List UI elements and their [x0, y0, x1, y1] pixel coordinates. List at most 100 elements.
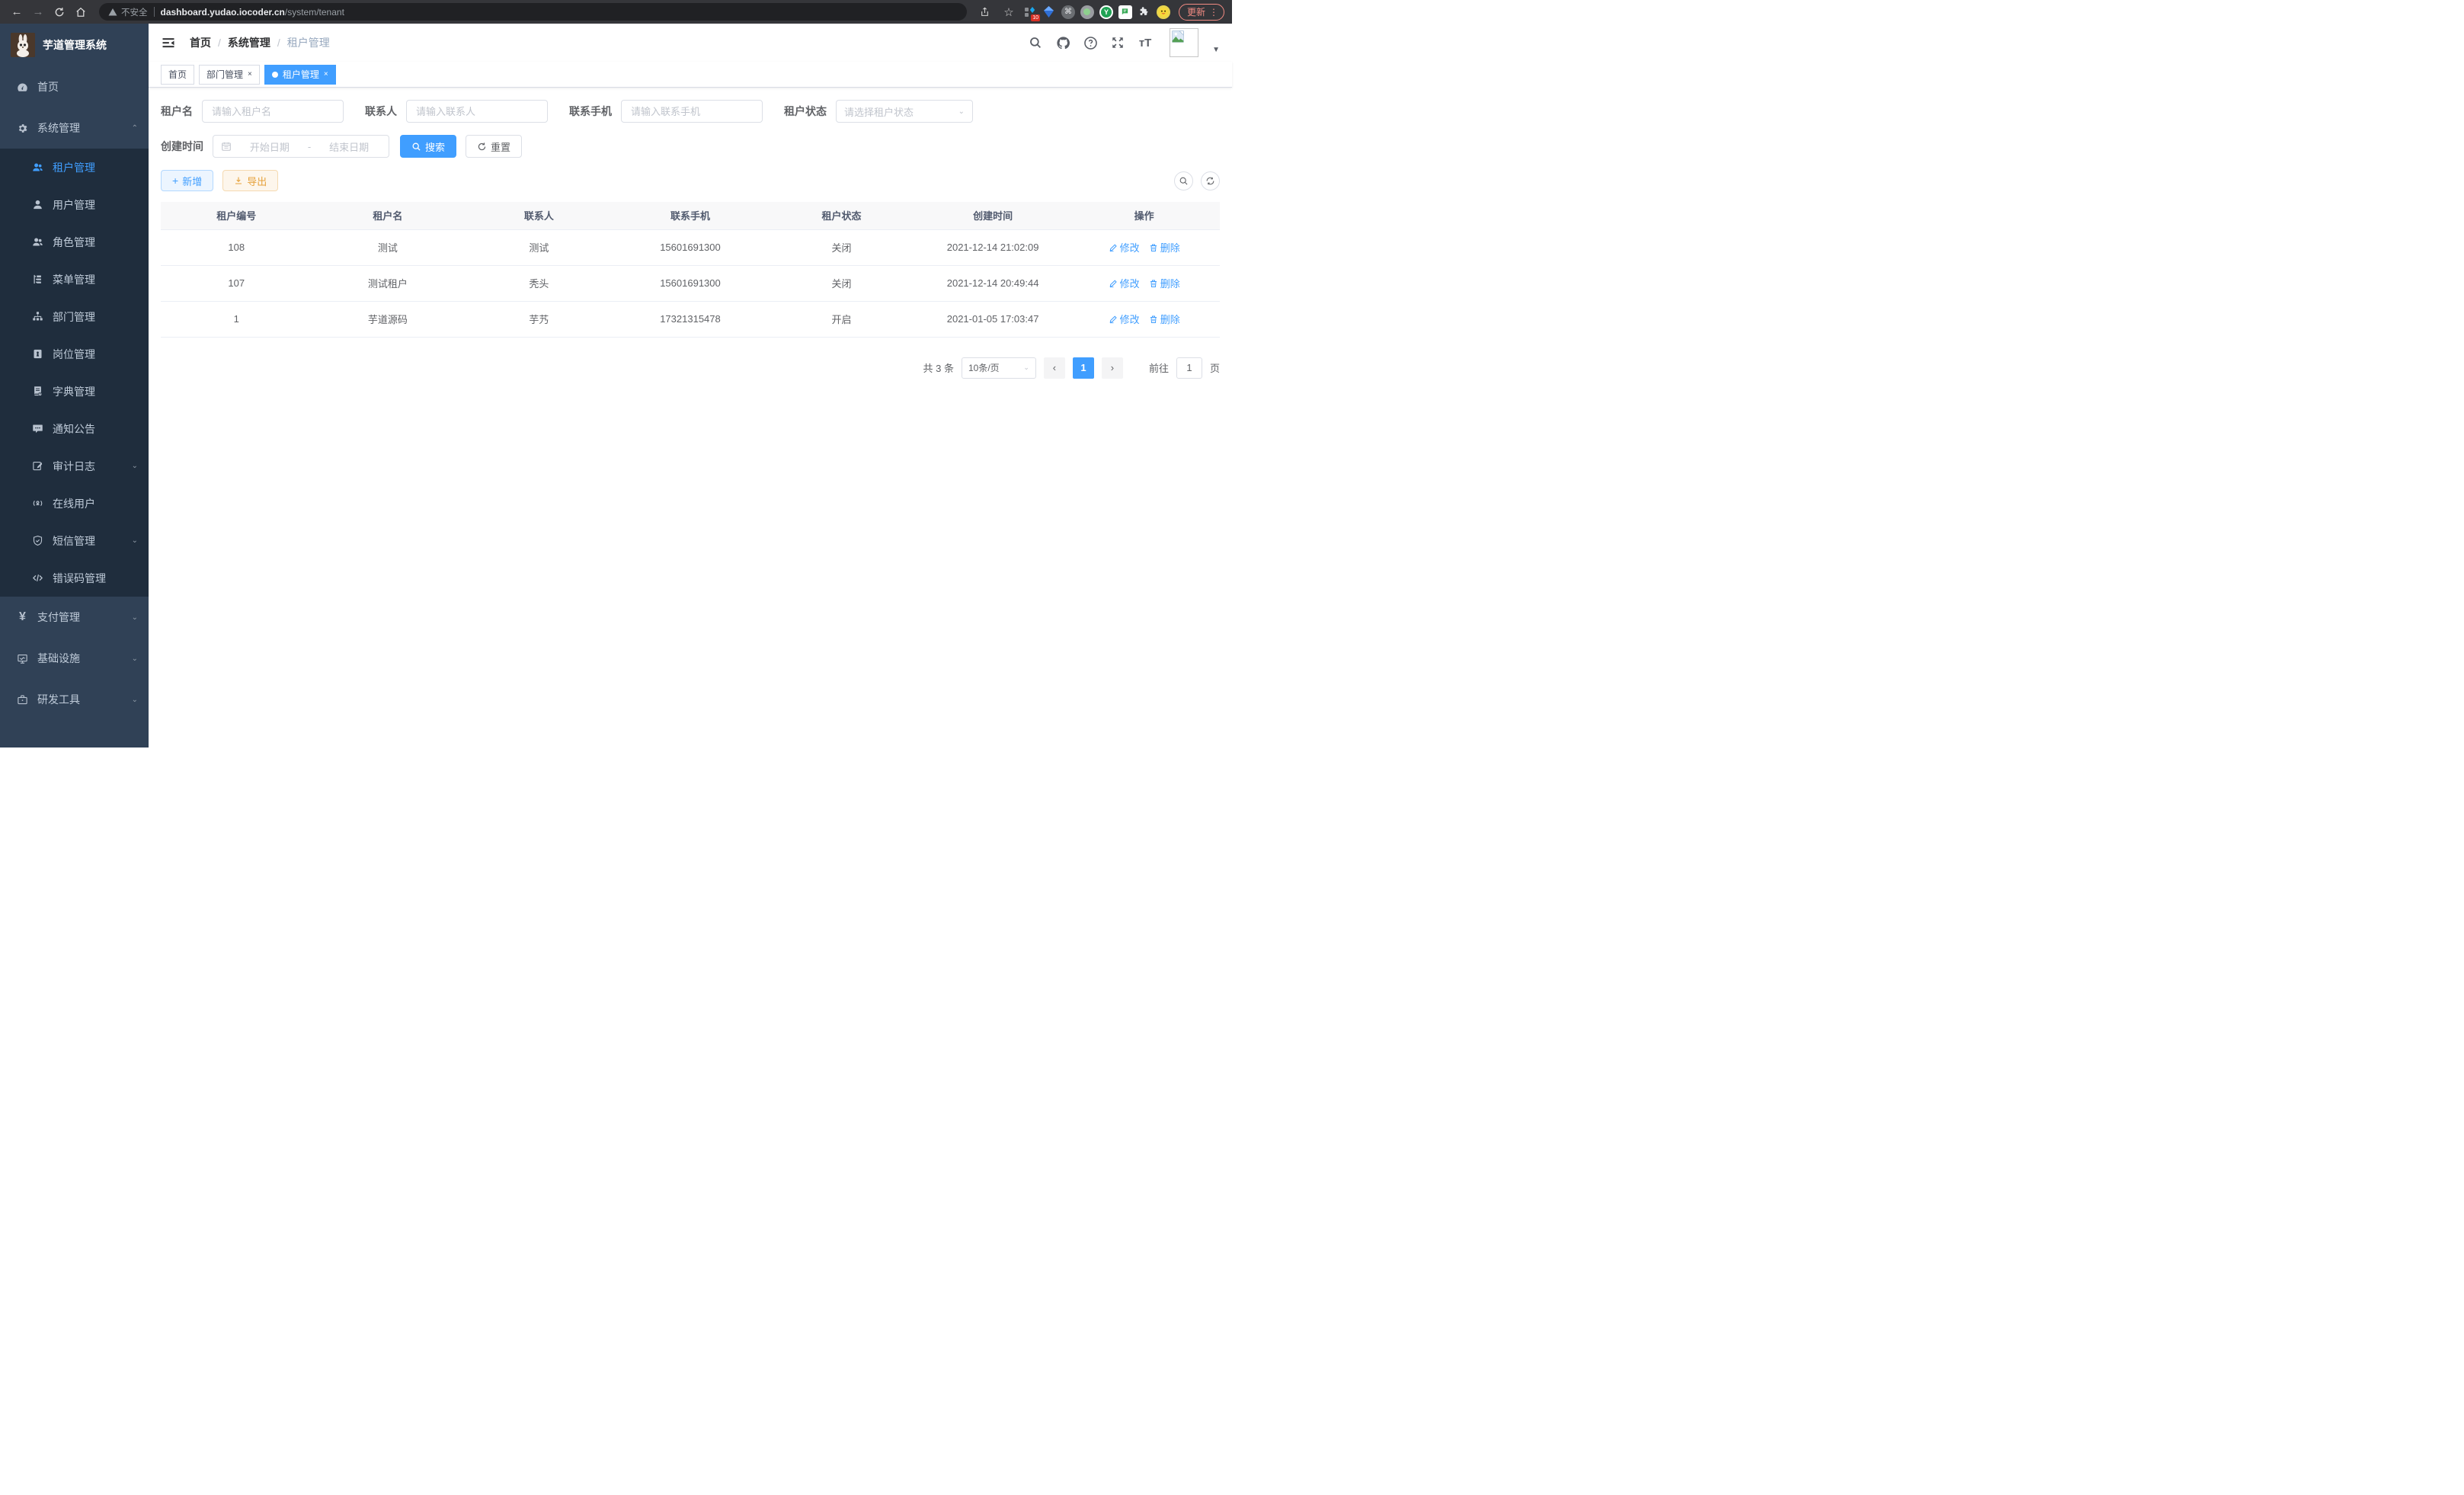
github-icon[interactable] — [1055, 35, 1070, 50]
cell-contact: 测试 — [463, 229, 615, 265]
edit-link[interactable]: 修改 — [1109, 312, 1140, 326]
browser-update-button[interactable]: 更新 ⋮ — [1179, 4, 1224, 21]
contact-input[interactable] — [406, 100, 548, 123]
user-avatar[interactable] — [1170, 28, 1198, 57]
chevron-down-icon: ⌄ — [132, 536, 138, 545]
sidebar-item-post[interactable]: 岗位管理 — [0, 335, 149, 373]
sidebar-item-notice[interactable]: 通知公告 — [0, 410, 149, 447]
status-placeholder: 请选择租户状态 — [844, 104, 914, 119]
page-number-button[interactable]: 1 — [1073, 357, 1094, 379]
refresh-table-button[interactable] — [1201, 171, 1220, 190]
browser-menu-icon[interactable]: ⋮ — [1207, 7, 1221, 18]
pay-icon: ¥ — [17, 612, 28, 623]
sidebar-item-sms[interactable]: 短信管理 ⌄ — [0, 522, 149, 559]
export-button[interactable]: 导出 — [222, 170, 278, 191]
trash-icon — [1149, 279, 1158, 288]
extension-command-icon[interactable]: ⌘ — [1061, 5, 1075, 19]
breadcrumb-home[interactable]: 首页 — [190, 35, 211, 50]
mobile-input[interactable] — [621, 100, 763, 123]
breadcrumb-section[interactable]: 系统管理 — [228, 35, 270, 50]
close-icon[interactable]: × — [324, 70, 328, 78]
prev-page-button[interactable]: ‹ — [1044, 357, 1065, 379]
sidebar-item-audit-log[interactable]: 审计日志 ⌄ — [0, 447, 149, 485]
extension-tasks-icon[interactable]: 10 — [1023, 5, 1037, 19]
avatar-dropdown-caret-icon[interactable]: ▼ — [1212, 46, 1220, 57]
sidebar-item-menu[interactable]: 菜单管理 — [0, 261, 149, 298]
sidebar-item-home[interactable]: 首页 — [0, 66, 149, 107]
cell-mobile: 17321315478 — [615, 301, 766, 337]
sidebar-item-tenant[interactable]: 租户管理 — [0, 149, 149, 186]
breadcrumb-separator: / — [218, 37, 221, 49]
extensions-puzzle-icon[interactable] — [1138, 5, 1151, 19]
calendar-icon — [221, 141, 232, 152]
create-time-range-picker[interactable]: 开始日期 - 结束日期 — [213, 135, 389, 158]
tab-dept[interactable]: 部门管理 × — [199, 65, 260, 85]
extension-kite-icon[interactable] — [1042, 5, 1056, 19]
address-bar[interactable]: 不安全 dashboard.yudao.iocoder.cn/system/te… — [99, 3, 967, 21]
close-icon[interactable]: × — [248, 70, 252, 78]
tab-tenant[interactable]: 租户管理× — [264, 65, 336, 85]
delete-link[interactable]: 删除 — [1149, 240, 1180, 255]
reset-button[interactable]: 重置 — [466, 135, 522, 158]
browser-home-icon[interactable] — [72, 3, 90, 21]
share-icon[interactable] — [976, 3, 994, 21]
sidebar-item-infra[interactable]: 基础设施 ⌄ — [0, 638, 149, 679]
edit-link[interactable]: 修改 — [1109, 240, 1140, 255]
page-size-select[interactable]: 10条/页 ⌄ — [962, 357, 1036, 379]
bookmark-star-icon[interactable]: ☆ — [1000, 3, 1018, 21]
sidebar-item-dept[interactable]: 部门管理 — [0, 298, 149, 335]
tab-home[interactable]: 首页 — [161, 65, 194, 85]
sidebar-item-error-code[interactable]: 错误码管理 — [0, 559, 149, 597]
table-row: 108 测试 测试 15601691300 关闭 2021-12-14 21:0… — [161, 229, 1220, 265]
profile-avatar-icon[interactable] — [1157, 5, 1170, 19]
sidebar-item-role[interactable]: 角色管理 — [0, 223, 149, 261]
tenant-name-input[interactable] — [202, 100, 344, 123]
sms-icon — [32, 535, 43, 546]
security-warning[interactable]: 不安全 — [108, 6, 148, 18]
fullscreen-icon[interactable] — [1110, 35, 1125, 50]
goto-page-input[interactable] — [1176, 357, 1202, 379]
cell-status: 开启 — [766, 301, 917, 337]
status-select[interactable]: 请选择租户状态 ⌄ — [836, 100, 973, 123]
app-title: 芋道管理系统 — [43, 37, 107, 53]
sidebar-item-system[interactable]: 系统管理 ⌃ — [0, 107, 149, 149]
add-button[interactable]: + 新增 — [161, 170, 213, 191]
logo-image — [11, 33, 35, 57]
sidebar-item-user[interactable]: 用户管理 — [0, 186, 149, 223]
extension-dot-icon[interactable] — [1080, 5, 1094, 19]
browser-forward-icon[interactable]: → — [29, 3, 47, 21]
header-search-icon[interactable] — [1028, 35, 1043, 50]
refresh-icon — [477, 142, 487, 152]
goto-label: 前往 — [1149, 360, 1169, 375]
start-date-placeholder: 开始日期 — [238, 139, 302, 154]
add-button-label: 新增 — [182, 174, 202, 188]
extension-y-icon[interactable]: Y — [1099, 5, 1113, 19]
browser-back-icon[interactable]: ← — [8, 3, 26, 21]
sidebar-item-devtool[interactable]: 研发工具 ⌄ — [0, 679, 149, 720]
extension-badge: 10 — [1031, 14, 1040, 21]
sidebar-collapse-icon[interactable] — [161, 34, 178, 51]
extension-chat-icon[interactable] — [1118, 5, 1132, 19]
col-tenant-name: 租户名 — [312, 202, 464, 229]
browser-reload-icon[interactable] — [50, 3, 69, 21]
mobile-label: 联系手机 — [569, 104, 612, 119]
app-logo[interactable]: 芋道管理系统 — [0, 24, 149, 66]
search-button[interactable]: 搜索 — [400, 135, 456, 158]
help-icon[interactable] — [1083, 35, 1098, 50]
edit-link[interactable]: 修改 — [1109, 276, 1140, 290]
toggle-search-button[interactable] — [1174, 171, 1193, 190]
tab-label: 部门管理 — [206, 68, 243, 81]
sidebar-item-online-user[interactable]: 在线用户 — [0, 485, 149, 522]
delete-link[interactable]: 删除 — [1149, 276, 1180, 290]
tenant-table: 租户编号 租户名 联系人 联系手机 租户状态 创建时间 操作 108 测试 测试 — [161, 202, 1220, 338]
font-size-icon[interactable]: ᴛT — [1138, 35, 1153, 50]
sidebar-item-dict[interactable]: 字典管理 — [0, 373, 149, 410]
sidebar-item-pay[interactable]: ¥ 支付管理 ⌄ — [0, 597, 149, 638]
url-divider — [154, 7, 155, 17]
url-text: dashboard.yudao.iocoder.cn/system/tenant — [161, 7, 344, 18]
sidebar-item-label: 部门管理 — [53, 309, 95, 325]
next-page-button[interactable]: › — [1102, 357, 1123, 379]
delete-link[interactable]: 删除 — [1149, 312, 1180, 326]
pagination: 共 3 条 10条/页 ⌄ ‹ 1 › 前往 页 — [161, 357, 1220, 379]
sidebar-item-label: 首页 — [37, 79, 59, 94]
